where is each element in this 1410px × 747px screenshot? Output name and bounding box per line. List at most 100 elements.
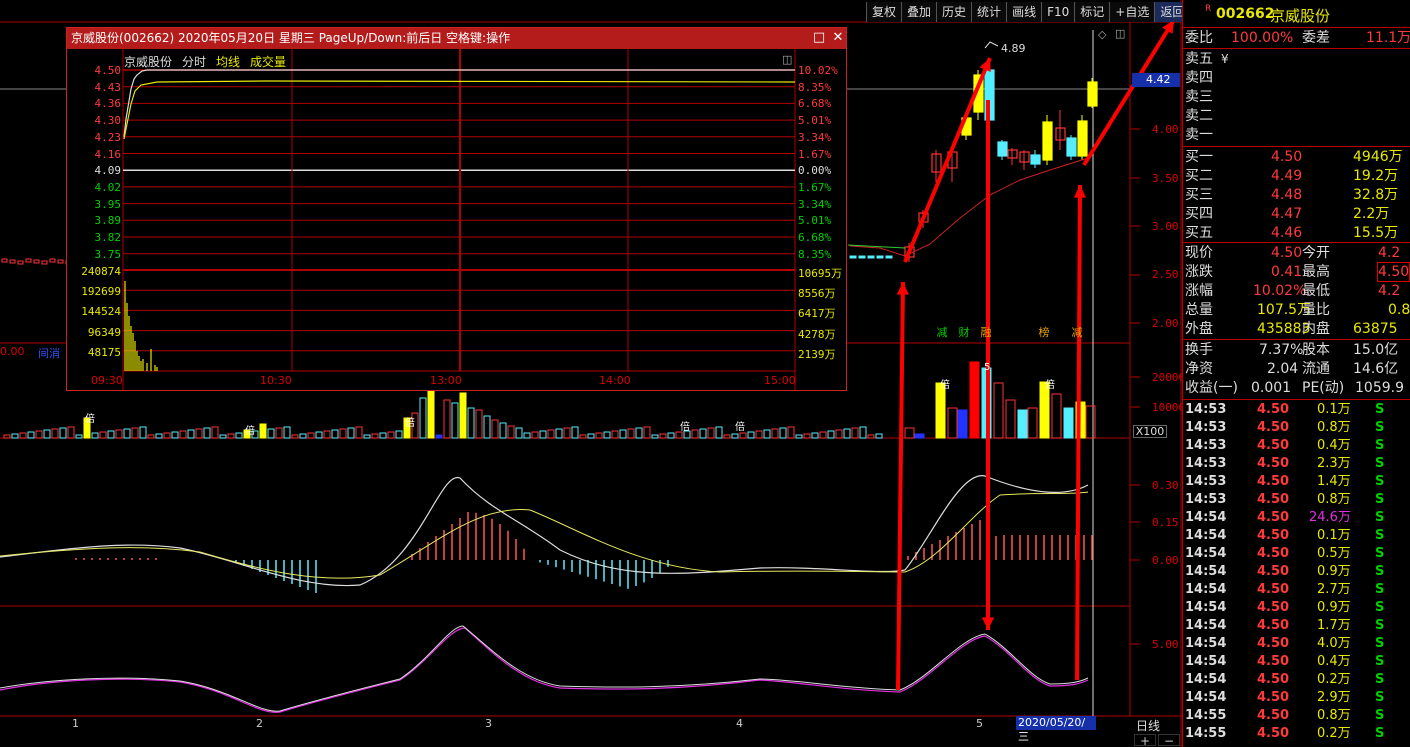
volume-bar [851,427,859,439]
tick-volume: 0.8万 [1317,420,1351,435]
bid-label: 买二 [1185,168,1213,184]
volume-bar [947,407,958,439]
tick-volume: 0.4万 [1317,654,1351,669]
restore-icon[interactable]: □ [811,30,827,46]
tick-price: 4.50 [1257,654,1290,669]
tick-price: 4.50 [1257,546,1290,561]
tick-price: 4.50 [1257,726,1290,741]
volume-bar [1027,407,1038,439]
info-badge[interactable]: 融 [977,326,995,340]
volume-bar [739,432,747,439]
volume-bar [969,361,980,439]
stat-label: 涨跌 [1185,264,1213,280]
tick-row: 14:54 4.50 4.0万 S [1183,635,1410,653]
intraday-price-label: 4.02 [94,180,122,194]
x-axis-label: 3 [485,717,492,730]
tick-time: 14:53 [1185,474,1227,489]
volume-bar [867,434,875,439]
tick-row: 14:54 4.50 0.4万 S [1183,653,1410,671]
tick-side: S [1375,618,1385,633]
panel-toggle-icon[interactable]: ◫ [1115,27,1125,40]
tick-time: 14:54 [1185,654,1227,669]
intraday-volume-label: 192699 [81,285,121,299]
tick-price: 4.50 [1257,402,1290,417]
toolbar-draw-button[interactable]: 画线 [1006,2,1042,22]
intraday-volume-label: 96349 [87,325,121,339]
volume-bar [51,428,59,439]
volume-bar [731,433,739,439]
toolbar-add-watchlist-button[interactable]: +自选 [1109,2,1155,22]
volume-bar [993,382,1004,439]
volume-bar [203,427,211,439]
volume-bar [275,427,283,439]
close-icon[interactable]: ✕ [830,30,846,46]
intraday-price-label: 4.30 [94,114,122,128]
volume-bar [499,422,507,439]
stat-row: 涨幅 10.02% 最低 4.2 [1183,282,1410,300]
candle [9,259,16,264]
info-badge[interactable]: 财 [955,326,973,340]
tick-time: 14:54 [1185,690,1227,705]
volume-bar [339,428,347,439]
annotation-arrowhead [896,282,909,295]
volume-bar [75,434,83,439]
volume-bar [307,432,315,439]
tick-side: S [1375,420,1385,435]
tick-price: 4.50 [1257,636,1290,651]
moving-average-line [849,157,1089,257]
volume-bar [935,382,946,439]
volume-bar [699,428,707,439]
volume-bar [579,434,587,439]
annotation-arrowhead [981,617,995,630]
zoom-in-button[interactable]: + [1134,734,1156,747]
tick-volume: 0.9万 [1317,564,1351,579]
toolbar-f10-button[interactable]: F10 [1041,2,1075,22]
zoom-out-button[interactable]: − [1158,734,1180,747]
popup-menu-icon[interactable]: ◫ [782,53,792,66]
toolbar-fuquan-button[interactable]: 复权 [866,2,902,22]
info-badge[interactable]: 榜 [1035,326,1053,340]
volume-bar [67,426,75,439]
candle [25,258,32,263]
finance-row: 收益(一) 0.001 PE(动) 1059.9 [1183,379,1410,397]
toolbar-stats-button[interactable]: 统计 [971,2,1007,22]
intraday-amount-label: 8556万 [798,287,836,301]
popup-title: 京威股份(002662) 2020年05月20日 星期三 PageUp/Down… [67,28,846,49]
diamond-icon[interactable]: ◇ [1098,28,1106,41]
volume-bar [755,430,763,439]
info-badge[interactable]: 减 [1068,326,1086,340]
tick-row: 14:54 4.50 0.9万 S [1183,599,1410,617]
cursor-date-label: 2020/05/20/三 [1016,716,1096,743]
volume-bar [1063,407,1074,439]
toolbar-history-button[interactable]: 历史 [936,2,972,22]
tick-volume: 0.1万 [1317,528,1351,543]
stat-label: 最低 [1302,283,1330,299]
stat-label: 外盘 [1185,321,1213,337]
tick-volume: 1.7万 [1317,618,1351,633]
intraday-price-label: 4.16 [94,147,122,161]
volume-multiple-badge: 倍 [1045,380,1055,391]
info-badge[interactable]: 减 [933,326,951,340]
x-axis-label: 4 [736,717,743,730]
tick-side: S [1375,564,1385,579]
toolbar-overlay-button[interactable]: 叠加 [901,2,937,22]
price-axis-label: 2.50 [1152,268,1179,281]
tick-volume: 4.0万 [1317,636,1351,651]
finance-label: 收益(一) [1185,380,1238,396]
tick-volume: 0.2万 [1317,672,1351,687]
volume-bar [227,433,235,439]
period-selector[interactable]: 日线 [1136,717,1160,734]
stat-value: 4.2 [1378,283,1401,299]
intraday-price-label: 3.95 [94,197,122,211]
stat-row: 涨跌 0.41 最高 4.50 [1183,262,1410,282]
stat-value: 4.2 [1378,245,1401,261]
volume-bar [299,433,307,439]
volume-bar [1085,405,1096,439]
toolbar-mark-button[interactable]: 标记 [1074,2,1110,22]
candle [876,255,884,259]
intraday-chart[interactable] [67,49,846,390]
volume-bar [547,429,555,439]
tick-price: 4.50 [1257,456,1290,471]
intraday-amount-label: 2139万 [798,347,836,361]
ask-label: 卖四 [1185,70,1213,86]
